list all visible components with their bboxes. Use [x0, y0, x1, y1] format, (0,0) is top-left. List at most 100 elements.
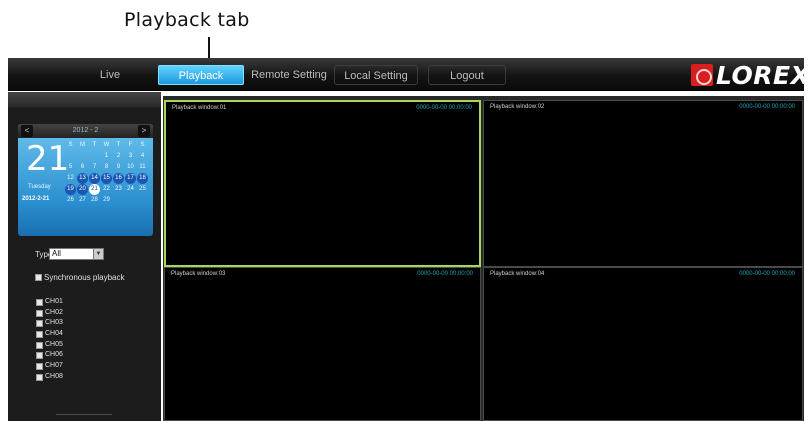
channel-checkbox[interactable] — [36, 309, 43, 317]
calendar-day[interactable]: 27 — [77, 195, 88, 206]
calendar-day-grid: S M T W T F S 1 2 3 4 5 6 7 8 9 10 11 12 13 14 15 16 17 18 19 20 21… — [65, 140, 151, 206]
calendar-weekday: Tuesday — [28, 184, 51, 190]
channel-item[interactable]: CH01 — [36, 297, 63, 308]
calendar-day[interactable]: 13 — [77, 173, 88, 184]
calendar-day[interactable]: 21 — [89, 184, 100, 195]
calendar-day[interactable]: 28 — [89, 195, 100, 206]
calendar-day — [77, 151, 88, 162]
channel-list: CH01 CH02 CH03 CH04 CH05 CH06 CH07 CH08 — [36, 297, 63, 383]
callout-line — [208, 37, 210, 59]
channel-item[interactable]: CH02 — [36, 308, 63, 319]
tab-playback[interactable]: Playback — [158, 65, 244, 85]
tab-remote-setting[interactable]: Remote Setting — [250, 65, 328, 85]
channel-checkbox[interactable] — [36, 373, 43, 381]
channel-checkbox[interactable] — [36, 352, 43, 360]
calendar-prev-button[interactable]: < — [21, 125, 33, 137]
panel-header-strip — [8, 92, 161, 107]
tab-logout[interactable]: Logout — [428, 65, 506, 85]
calendar-day[interactable]: 10 — [125, 162, 136, 173]
calendar-weekday-header: M — [80, 142, 85, 148]
playback-window-03[interactable]: Playback window:03 0000-00-00 00:00:00 — [164, 267, 481, 421]
playback-window-title: Playback window:04 — [490, 271, 545, 277]
playback-window-title: Playback window:02 — [490, 104, 545, 110]
calendar-day[interactable]: 8 — [101, 162, 112, 173]
calendar-day — [65, 151, 76, 162]
calendar-day[interactable]: 26 — [65, 195, 76, 206]
calendar-day[interactable]: 11 — [137, 162, 148, 173]
playback-window-timestamp: 0000-00-00 00:00:00 — [739, 271, 795, 277]
type-select-value: All — [52, 249, 61, 258]
calendar-day[interactable]: 19 — [65, 184, 76, 195]
playback-window-04[interactable]: Playback window:04 0000-00-00 00:00:00 — [483, 267, 803, 421]
calendar-day[interactable]: 14 — [89, 173, 100, 184]
playback-window-02[interactable]: Playback window:02 0000-00-00 00:00:00 — [483, 100, 803, 267]
calendar-day — [137, 195, 148, 206]
calendar-weekday-header: T — [92, 142, 97, 148]
calendar-day[interactable]: 22 — [101, 184, 112, 195]
calendar-day — [89, 151, 100, 162]
calendar-day[interactable]: 20 — [77, 184, 88, 195]
channel-checkbox[interactable] — [36, 320, 43, 328]
playback-window-title: Playback window:01 — [172, 105, 227, 111]
playback-grid: Playback window:01 0000-00-00 00:00:00 P… — [163, 96, 804, 421]
playback-window-timestamp: 0000-00-00 00:00:00 — [739, 104, 795, 110]
channel-item[interactable]: CH08 — [36, 372, 63, 383]
calendar-day[interactable]: 23 — [113, 184, 124, 195]
dropdown-arrow-icon[interactable]: ▼ — [93, 249, 103, 259]
sync-checkbox[interactable] — [35, 274, 42, 281]
channel-label: CH05 — [45, 340, 63, 348]
calendar-day[interactable]: 9 — [113, 162, 124, 173]
channel-item[interactable]: CH06 — [36, 350, 63, 361]
channel-item[interactable]: CH03 — [36, 318, 63, 329]
calendar-day[interactable]: 1 — [101, 151, 112, 162]
channel-label: CH08 — [45, 372, 63, 380]
channel-label: CH02 — [45, 308, 63, 316]
channel-checkbox[interactable] — [36, 298, 43, 306]
calendar-weekday-header: T — [116, 142, 121, 148]
calendar-day[interactable]: 12 — [65, 173, 76, 184]
calendar-big-day: 21 — [26, 139, 70, 179]
callout-label: Playback tab — [124, 9, 250, 31]
channel-label: CH03 — [45, 319, 63, 327]
calendar-day[interactable]: 5 — [65, 162, 76, 173]
calendar-day[interactable]: 7 — [89, 162, 100, 173]
tab-live[interactable]: Live — [80, 65, 140, 85]
channel-checkbox[interactable] — [36, 341, 43, 349]
calendar-day[interactable]: 17 — [125, 173, 136, 184]
channel-checkbox[interactable] — [36, 362, 43, 370]
playback-window-01[interactable]: Playback window:01 0000-00-00 00:00:00 — [164, 100, 481, 267]
channel-item[interactable]: CH07 — [36, 361, 63, 372]
channel-label: CH07 — [45, 362, 63, 370]
calendar-day — [125, 195, 136, 206]
channel-label: CH06 — [45, 351, 63, 359]
calendar-widget: 2012 - 2 < > 21 Tuesday 2012-2-21 S M TWT F… — [18, 124, 153, 236]
calendar-day[interactable]: 4 — [137, 151, 148, 162]
calendar-day[interactable]: 2 — [113, 151, 124, 162]
channel-label: CH04 — [45, 330, 63, 338]
calendar-day[interactable]: 16 — [113, 173, 124, 184]
calendar-weekday-header: S — [140, 142, 145, 148]
playback-window-title: Playback window:03 — [171, 271, 226, 277]
playback-window-timestamp: 0000-00-00 00:00:00 — [417, 271, 473, 277]
panel-divider — [56, 414, 112, 421]
calendar-weekday-header: W — [103, 142, 110, 148]
channel-item[interactable]: CH05 — [36, 340, 63, 351]
calendar-day[interactable]: 29 — [101, 195, 112, 206]
channel-item[interactable]: CH04 — [36, 329, 63, 340]
playback-window-timestamp: 0000-00-00 00:00:00 — [416, 105, 472, 111]
calendar-month-label: 2012 - 2 — [18, 124, 153, 138]
type-select[interactable]: All ▼ — [49, 248, 104, 260]
calendar-day[interactable]: 18 — [137, 173, 148, 184]
calendar-day[interactable]: 15 — [101, 173, 112, 184]
calendar-day[interactable]: 3 — [125, 151, 136, 162]
left-panel: 2012 - 2 < > 21 Tuesday 2012-2-21 S M TWT F… — [8, 92, 161, 421]
synchronous-playback-option[interactable]: Synchronous playback — [35, 273, 125, 282]
calendar-day[interactable]: 6 — [77, 162, 88, 173]
calendar-next-button[interactable]: > — [138, 125, 150, 137]
channel-label: CH01 — [45, 298, 63, 305]
tab-local-setting[interactable]: Local Setting — [334, 65, 418, 85]
channel-checkbox[interactable] — [36, 330, 43, 338]
calendar-day[interactable]: 25 — [137, 184, 148, 195]
sync-label: Synchronous playback — [44, 273, 125, 282]
calendar-day[interactable]: 24 — [125, 184, 136, 195]
